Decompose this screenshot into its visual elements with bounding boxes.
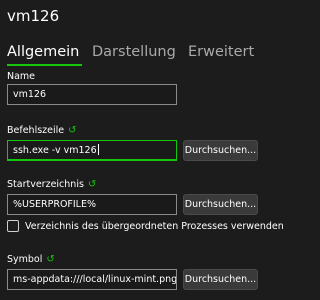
tab-darstellung[interactable]: Darstellung <box>92 42 176 62</box>
command-line-field[interactable]: ssh.exe -v vm126 <box>7 140 177 161</box>
icon-path-field[interactable]: ms-appdata:///local/linux-mint.png <box>7 269 177 290</box>
reset-icon[interactable]: ↺ <box>68 125 76 136</box>
reset-icon[interactable]: ↺ <box>88 179 96 190</box>
name-field[interactable]: vm126 <box>7 84 177 105</box>
tab-erweitert[interactable]: Erweitert <box>188 42 254 62</box>
command-line-browse-button[interactable]: Durchsuchen... <box>183 140 258 161</box>
start-directory-browse-button[interactable]: Durchsuchen... <box>183 194 258 215</box>
name-label: Name <box>7 71 36 82</box>
command-line-value: ssh.exe -v vm126 <box>13 145 97 156</box>
icon-browse-button[interactable]: Durchsuchen... <box>183 269 258 290</box>
reset-icon[interactable]: ↺ <box>46 254 54 265</box>
start-directory-label: Startverzeichnis ↺ <box>7 179 97 190</box>
tab-allgemein[interactable]: Allgemein <box>7 42 79 62</box>
use-parent-directory-label: Verzeichnis des übergeordneten Prozesses… <box>25 221 284 232</box>
command-line-label: Befehlszeile ↺ <box>7 125 77 136</box>
name-value: vm126 <box>13 89 47 100</box>
start-directory-field[interactable]: %USERPROFILE% <box>7 194 177 215</box>
active-tab-indicator <box>7 64 82 66</box>
text-caret <box>97 144 99 155</box>
use-parent-directory-checkbox[interactable] <box>7 220 19 232</box>
start-directory-value: %USERPROFILE% <box>13 199 97 210</box>
profile-title: vm126 <box>7 7 60 25</box>
icon-path-value: ms-appdata:///local/linux-mint.png <box>13 274 177 285</box>
icon-label: Symbol ↺ <box>7 254 55 265</box>
